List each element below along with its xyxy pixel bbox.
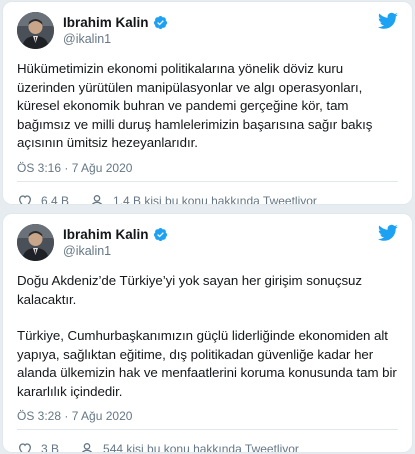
- like-button[interactable]: 3 B: [17, 441, 60, 453]
- avatar-image: [17, 224, 54, 261]
- tweet-header: Ibrahim Kalin @ikalin1: [17, 12, 398, 56]
- talking-count: 1,4 B kişi bu konu hakkında Tweetliyor: [113, 193, 317, 205]
- avatar-image: [17, 12, 54, 49]
- talking-count: 544 kişi bu konu hakkında Tweetliyor: [103, 442, 299, 453]
- tweet-paragraph: Doğu Akdeniz’de Türkiye’yi yok sayan her…: [17, 273, 362, 307]
- avatar[interactable]: [17, 12, 54, 49]
- twitter-bird-icon[interactable]: [378, 12, 398, 30]
- tweet-feed: Ibrahim Kalin @ikalin1 Hükümetimizin eko…: [0, 0, 415, 454]
- like-count: 3 B: [41, 442, 60, 453]
- like-count: 6,4 B: [41, 193, 70, 205]
- tweet-text: Doğu Akdeniz’de Türkiye’yi yok sayan her…: [17, 272, 398, 401]
- tweet-header: Ibrahim Kalin @ikalin1: [17, 224, 398, 268]
- talking-link[interactable]: 1,4 B kişi bu konu hakkında Tweetliyor: [89, 193, 317, 205]
- tweet-card[interactable]: Ibrahim Kalin @ikalin1 Hükümetimizin eko…: [2, 1, 413, 205]
- verified-badge-icon: [153, 227, 167, 242]
- tweet-timestamp[interactable]: ÖS 3:28 · 7 Ağu 2020: [17, 409, 398, 429]
- verified-badge-icon: [153, 15, 167, 30]
- twitter-bird-icon[interactable]: [378, 224, 398, 242]
- heart-icon: [18, 443, 32, 452]
- talking-link[interactable]: 544 kişi bu konu hakkında Tweetliyor: [79, 441, 299, 453]
- author-name[interactable]: Ibrahim Kalin: [63, 15, 149, 30]
- tweet-text: Hükümetimizin ekonomi politikalarına yön…: [17, 60, 398, 153]
- author-handle[interactable]: @ikalin1: [63, 32, 168, 46]
- tweet-actions: 6,4 B 1,4 B kişi bu konu hakkında Tweetl…: [17, 182, 398, 205]
- person-icon: [91, 194, 103, 204]
- tweet-paragraph: Hükümetimizin ekonomi politikalarına yön…: [17, 61, 373, 150]
- tweet-paragraph: Türkiye, Cumhurbaşkanımızın güçlü liderl…: [17, 328, 397, 399]
- tweet-actions: 3 B 544 kişi bu konu hakkında Tweetliyor: [17, 430, 398, 453]
- tweet-card[interactable]: Ibrahim Kalin @ikalin1 Doğu Akdeniz’de T…: [2, 213, 413, 453]
- author-name[interactable]: Ibrahim Kalin: [63, 227, 149, 242]
- avatar[interactable]: [17, 224, 54, 261]
- like-button[interactable]: 6,4 B: [17, 193, 70, 205]
- person-icon: [81, 443, 93, 452]
- author-handle[interactable]: @ikalin1: [63, 244, 168, 258]
- heart-icon: [18, 194, 32, 204]
- tweet-timestamp[interactable]: ÖS 3:16 · 7 Ağu 2020: [17, 161, 398, 181]
